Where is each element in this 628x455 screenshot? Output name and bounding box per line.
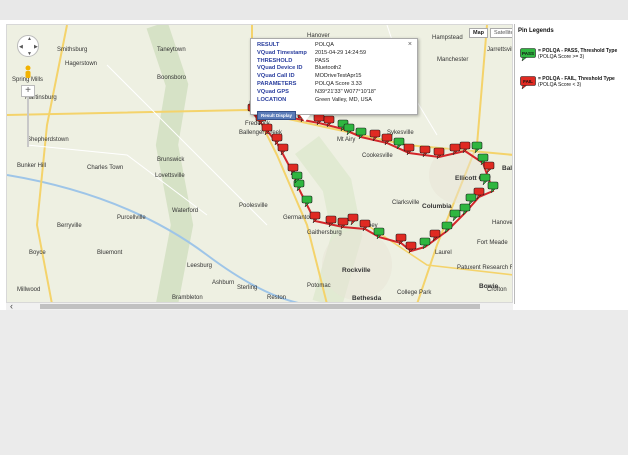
- info-row: VQuad GPS N39°21'33" W077°10'18": [257, 89, 411, 97]
- fail-pin-icon[interactable]: [325, 215, 337, 228]
- pass-pin-icon[interactable]: [301, 195, 313, 208]
- legend-title: Pin Legends: [518, 28, 554, 34]
- fail-pin-icon: FAIL: [520, 76, 536, 90]
- fail-pin-icon[interactable]: [395, 233, 407, 246]
- panel-divider: [514, 24, 515, 304]
- info-key: VQuad Timestamp: [257, 49, 307, 56]
- pass-pin-icon[interactable]: [393, 137, 405, 150]
- legend-pin-label: FAIL: [523, 79, 533, 84]
- fail-pin-icon[interactable]: [459, 141, 471, 154]
- info-rows: RESULT POLQA VQuad Timestamp 2015-04-29 14:…: [257, 42, 411, 104]
- fail-pin-icon[interactable]: [419, 145, 431, 158]
- pass-pin-icon[interactable]: [373, 227, 385, 240]
- legend-line-2: (POLQA Score < 3): [538, 82, 582, 88]
- legend-description: = POLQA - FAIL, Threshold Type (POLQA Sco…: [538, 76, 615, 88]
- info-value: MODriveTestApr15: [315, 73, 362, 80]
- pass-pin-icon[interactable]: [343, 123, 355, 136]
- legend-description: = POLQA - PASS, Threshold Type (POLQA Sco…: [538, 48, 617, 60]
- fail-pin-icon[interactable]: [337, 217, 349, 230]
- fail-pin-icon[interactable]: [359, 219, 371, 232]
- info-window-tail: [300, 115, 310, 122]
- legend-line-2: (POLQA Score >= 3): [538, 54, 585, 60]
- info-key: VQuad Device ID: [257, 65, 303, 72]
- pass-pin-icon[interactable]: [419, 237, 431, 250]
- pass-pin-icon[interactable]: [465, 193, 477, 206]
- fail-pin-icon[interactable]: [483, 161, 495, 174]
- info-row: RESULT POLQA: [257, 42, 411, 50]
- fail-pin-icon[interactable]: [369, 129, 381, 142]
- info-key: RESULT: [257, 42, 280, 48]
- info-value: POLQA Score 3.33: [315, 80, 362, 87]
- info-row: PARAMETERS POLQA Score 3.33: [257, 81, 411, 89]
- fail-pin-icon[interactable]: [433, 147, 445, 160]
- pass-pin-icon[interactable]: [487, 181, 499, 194]
- fail-pin-icon[interactable]: [309, 211, 321, 224]
- legend-item: PASS = POLQA - PASS, Threshold Type (POLQA…: [518, 48, 626, 70]
- legend-item: FAIL = POLQA - FAIL, Threshold Type (POLQA…: [518, 76, 626, 98]
- scroll-left-arrow-icon[interactable]: ‹: [10, 301, 13, 311]
- info-key: PARAMETERS: [257, 80, 297, 87]
- pass-pin-icon[interactable]: [355, 127, 367, 140]
- info-row: VQuad Device ID Bluetooth2: [257, 65, 411, 73]
- pin-legend: Pin Legends PASS = POLQA - PASS, Threshol…: [518, 28, 626, 104]
- map-type-satellite-button[interactable]: Satellite: [490, 28, 512, 38]
- legend-items: PASS = POLQA - PASS, Threshold Type (POLQA…: [518, 48, 626, 98]
- info-row: VQuad Timestamp 2015-04-29 14:24:59: [257, 50, 411, 58]
- pass-pin-icon[interactable]: [441, 221, 453, 234]
- info-value: PASS: [315, 57, 330, 64]
- pegman-icon[interactable]: [23, 65, 33, 81]
- info-key: THRESHOLD: [257, 57, 293, 64]
- fail-pin-icon[interactable]: [277, 143, 289, 156]
- info-key: LOCATION: [257, 96, 287, 103]
- scrollbar-thumb[interactable]: [40, 304, 480, 309]
- info-key: VQuad GPS: [257, 88, 289, 95]
- empty-area: [0, 310, 628, 455]
- info-value: POLQA: [315, 42, 334, 48]
- pass-pin-icon[interactable]: [449, 209, 461, 222]
- zoom-in-button[interactable]: +: [21, 85, 35, 97]
- info-row: LOCATION Green Valley, MD, USA: [257, 97, 411, 105]
- pass-pin-icon[interactable]: [459, 203, 471, 216]
- info-value: N39°21'33" W077°10'18": [315, 88, 376, 95]
- fail-pin-icon[interactable]: [261, 123, 273, 136]
- map-type-map-button[interactable]: Map: [469, 28, 488, 38]
- info-value: Bluetooth2: [315, 65, 342, 72]
- fail-pin-icon[interactable]: [271, 133, 283, 146]
- zoom-slider[interactable]: [27, 97, 29, 147]
- fail-pin-icon[interactable]: [405, 241, 417, 254]
- pass-pin-icon: PASS: [520, 48, 536, 62]
- info-key: VQuad Call ID: [257, 73, 295, 80]
- info-value: 2015-04-29 14:24:59: [315, 49, 367, 56]
- legend-pin-label: PASS: [522, 51, 534, 56]
- fail-pin-icon[interactable]: [449, 143, 461, 156]
- pin-info-window: × RESULT POLQA VQuad Timestamp 2015-04-29 1…: [250, 38, 418, 121]
- top-strip: [0, 0, 628, 20]
- fail-pin-icon[interactable]: [381, 133, 393, 146]
- info-value: Green Valley, MD, USA: [315, 96, 372, 103]
- pass-pin-icon[interactable]: [471, 141, 483, 154]
- info-row: VQuad Call ID MODriveTestApr15: [257, 73, 411, 81]
- result-display-button[interactable]: Result Display: [257, 111, 297, 121]
- fail-pin-icon[interactable]: [403, 143, 415, 156]
- fail-pin-icon[interactable]: [347, 213, 359, 226]
- pan-control[interactable]: ▲ ▼ ◀ ▶: [17, 35, 39, 57]
- info-row: THRESHOLD PASS: [257, 58, 411, 66]
- close-icon[interactable]: ×: [408, 41, 412, 48]
- fail-pin-icon[interactable]: [429, 229, 441, 242]
